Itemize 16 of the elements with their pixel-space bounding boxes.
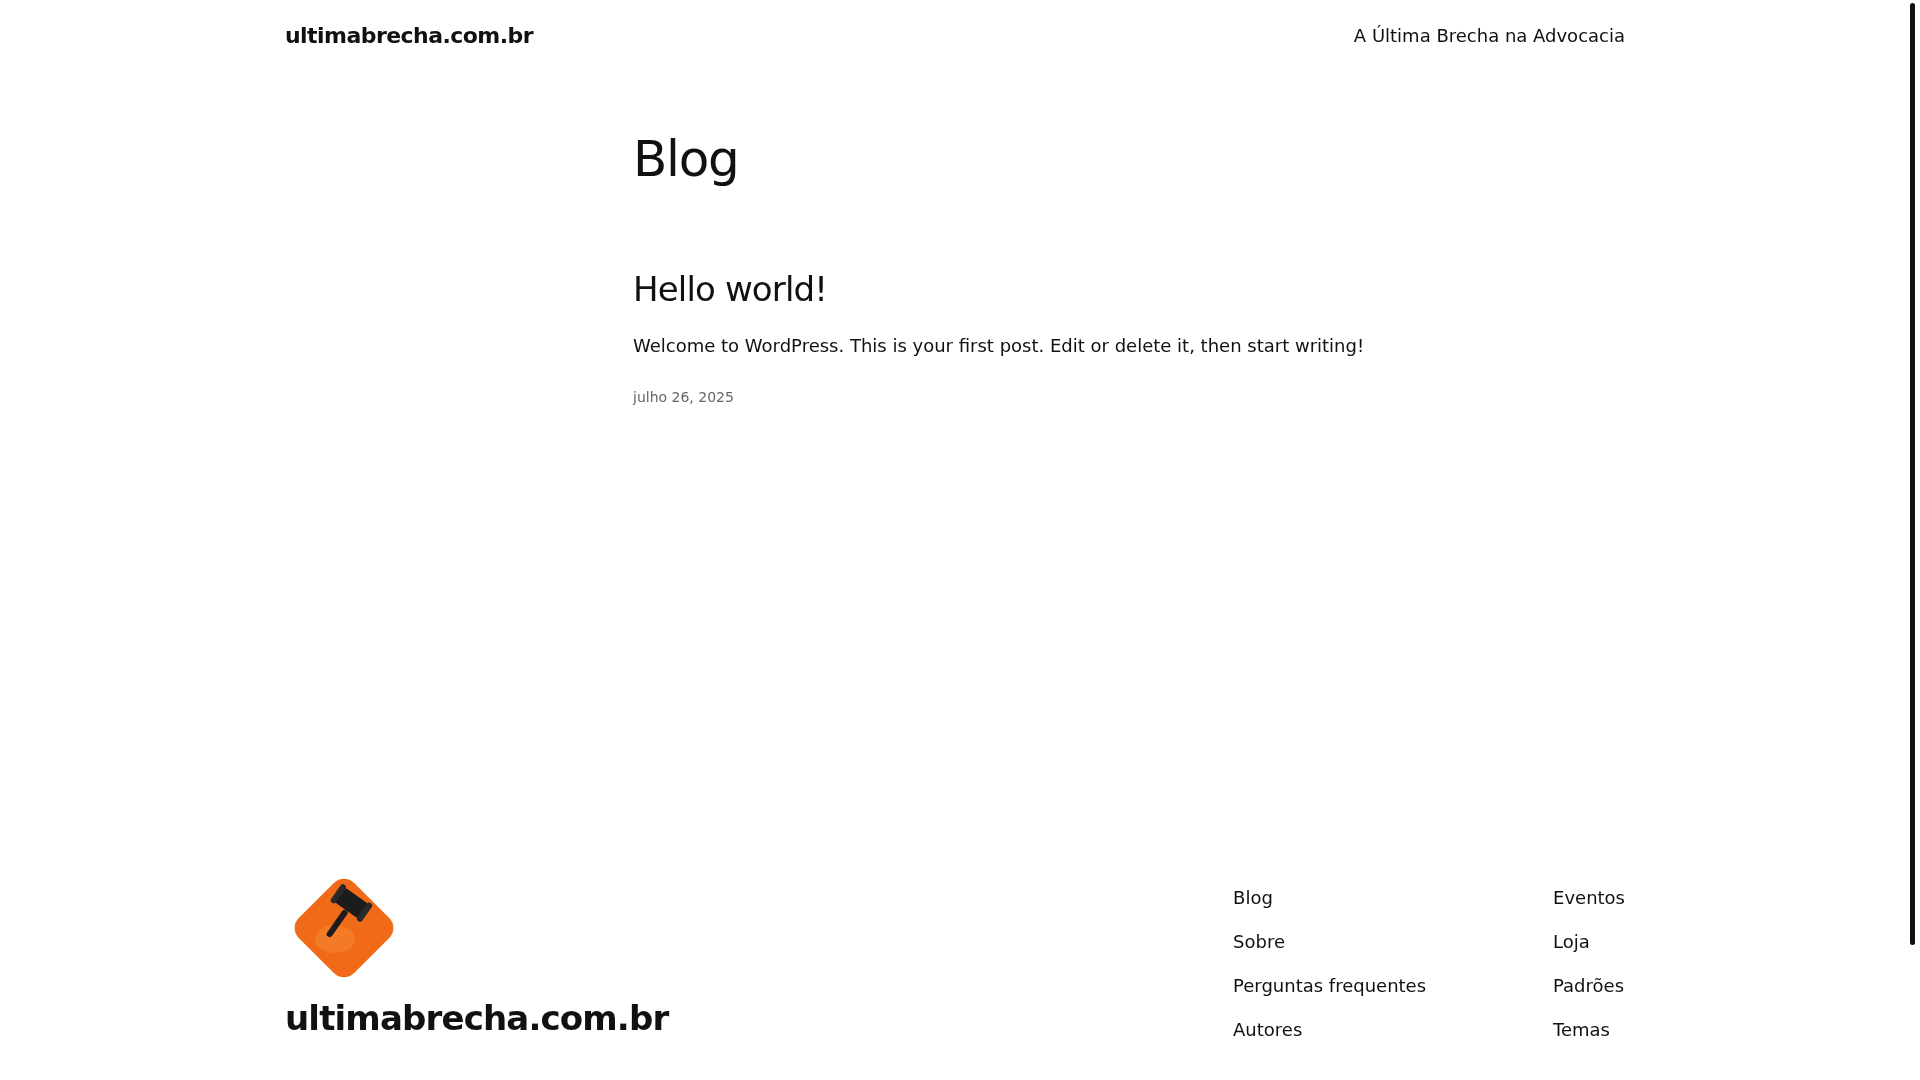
footer-site-title-link[interactable]: ultimabrecha.com.br (285, 1001, 669, 1035)
site-tagline: A Última Brecha na Advocacia (1353, 23, 1625, 48)
page-title: Blog (633, 134, 740, 184)
footer-nav-link[interactable]: Temas (1553, 1017, 1625, 1043)
post-excerpt: Welcome to WordPress. This is your first post. Edit or delete it, then start writing! (633, 334, 1366, 358)
footer-nav-link[interactable]: Blog (1233, 885, 1434, 911)
scrollbar-thumb[interactable] (1910, 3, 1915, 945)
footer-nav-link[interactable]: Eventos (1553, 885, 1625, 911)
footer-nav-link[interactable]: Loja (1553, 929, 1625, 955)
footer-nav-link[interactable]: Autores (1233, 1017, 1434, 1043)
footer-nav-link[interactable]: Perguntas frequentes (1233, 973, 1434, 999)
post-date-link[interactable]: julho 26, 2025 (633, 387, 734, 408)
post-title-link[interactable]: Hello world! (633, 272, 828, 306)
footer-nav-link[interactable]: Padrões (1553, 973, 1625, 999)
site-title-link[interactable]: ultimabrecha.com.br (285, 18, 534, 52)
footer-nav-link[interactable]: Sobre (1233, 929, 1434, 955)
